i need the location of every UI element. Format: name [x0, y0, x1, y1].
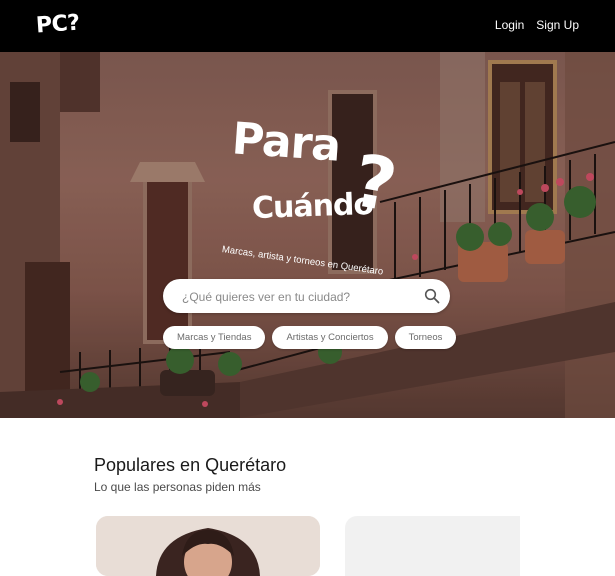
chip-marcas-tiendas[interactable]: Marcas y Tiendas — [163, 326, 266, 349]
logo[interactable]: PC? — [35, 11, 80, 39]
signup-link[interactable]: Sign Up — [536, 18, 579, 32]
category-chips: Marcas y Tiendas Artistas y Conciertos T… — [163, 326, 457, 349]
search-input[interactable] — [180, 287, 414, 307]
hero-title-line1: Para — [230, 113, 342, 172]
chip-torneos[interactable]: Torneos — [394, 326, 457, 349]
section-subtitle: Lo que las personas piden más — [94, 480, 261, 494]
popular-card-placeholder[interactable] — [345, 516, 520, 576]
search-bar — [163, 279, 450, 313]
nav-links: Login Sign Up — [495, 18, 579, 32]
popular-card[interactable] — [96, 516, 320, 576]
card-image — [96, 516, 320, 576]
hero-title-line2: Cuándo — [251, 186, 374, 227]
login-link[interactable]: Login — [495, 18, 524, 32]
chip-artistas-conciertos[interactable]: Artistas y Conciertos — [272, 326, 388, 349]
search-icon[interactable] — [424, 288, 440, 304]
top-navbar: PC? Login Sign Up — [0, 0, 615, 52]
hero-section: Para ? Cuándo Marcas, artista y torneos … — [0, 52, 615, 418]
section-title: Populares en Querétaro — [94, 455, 287, 475]
